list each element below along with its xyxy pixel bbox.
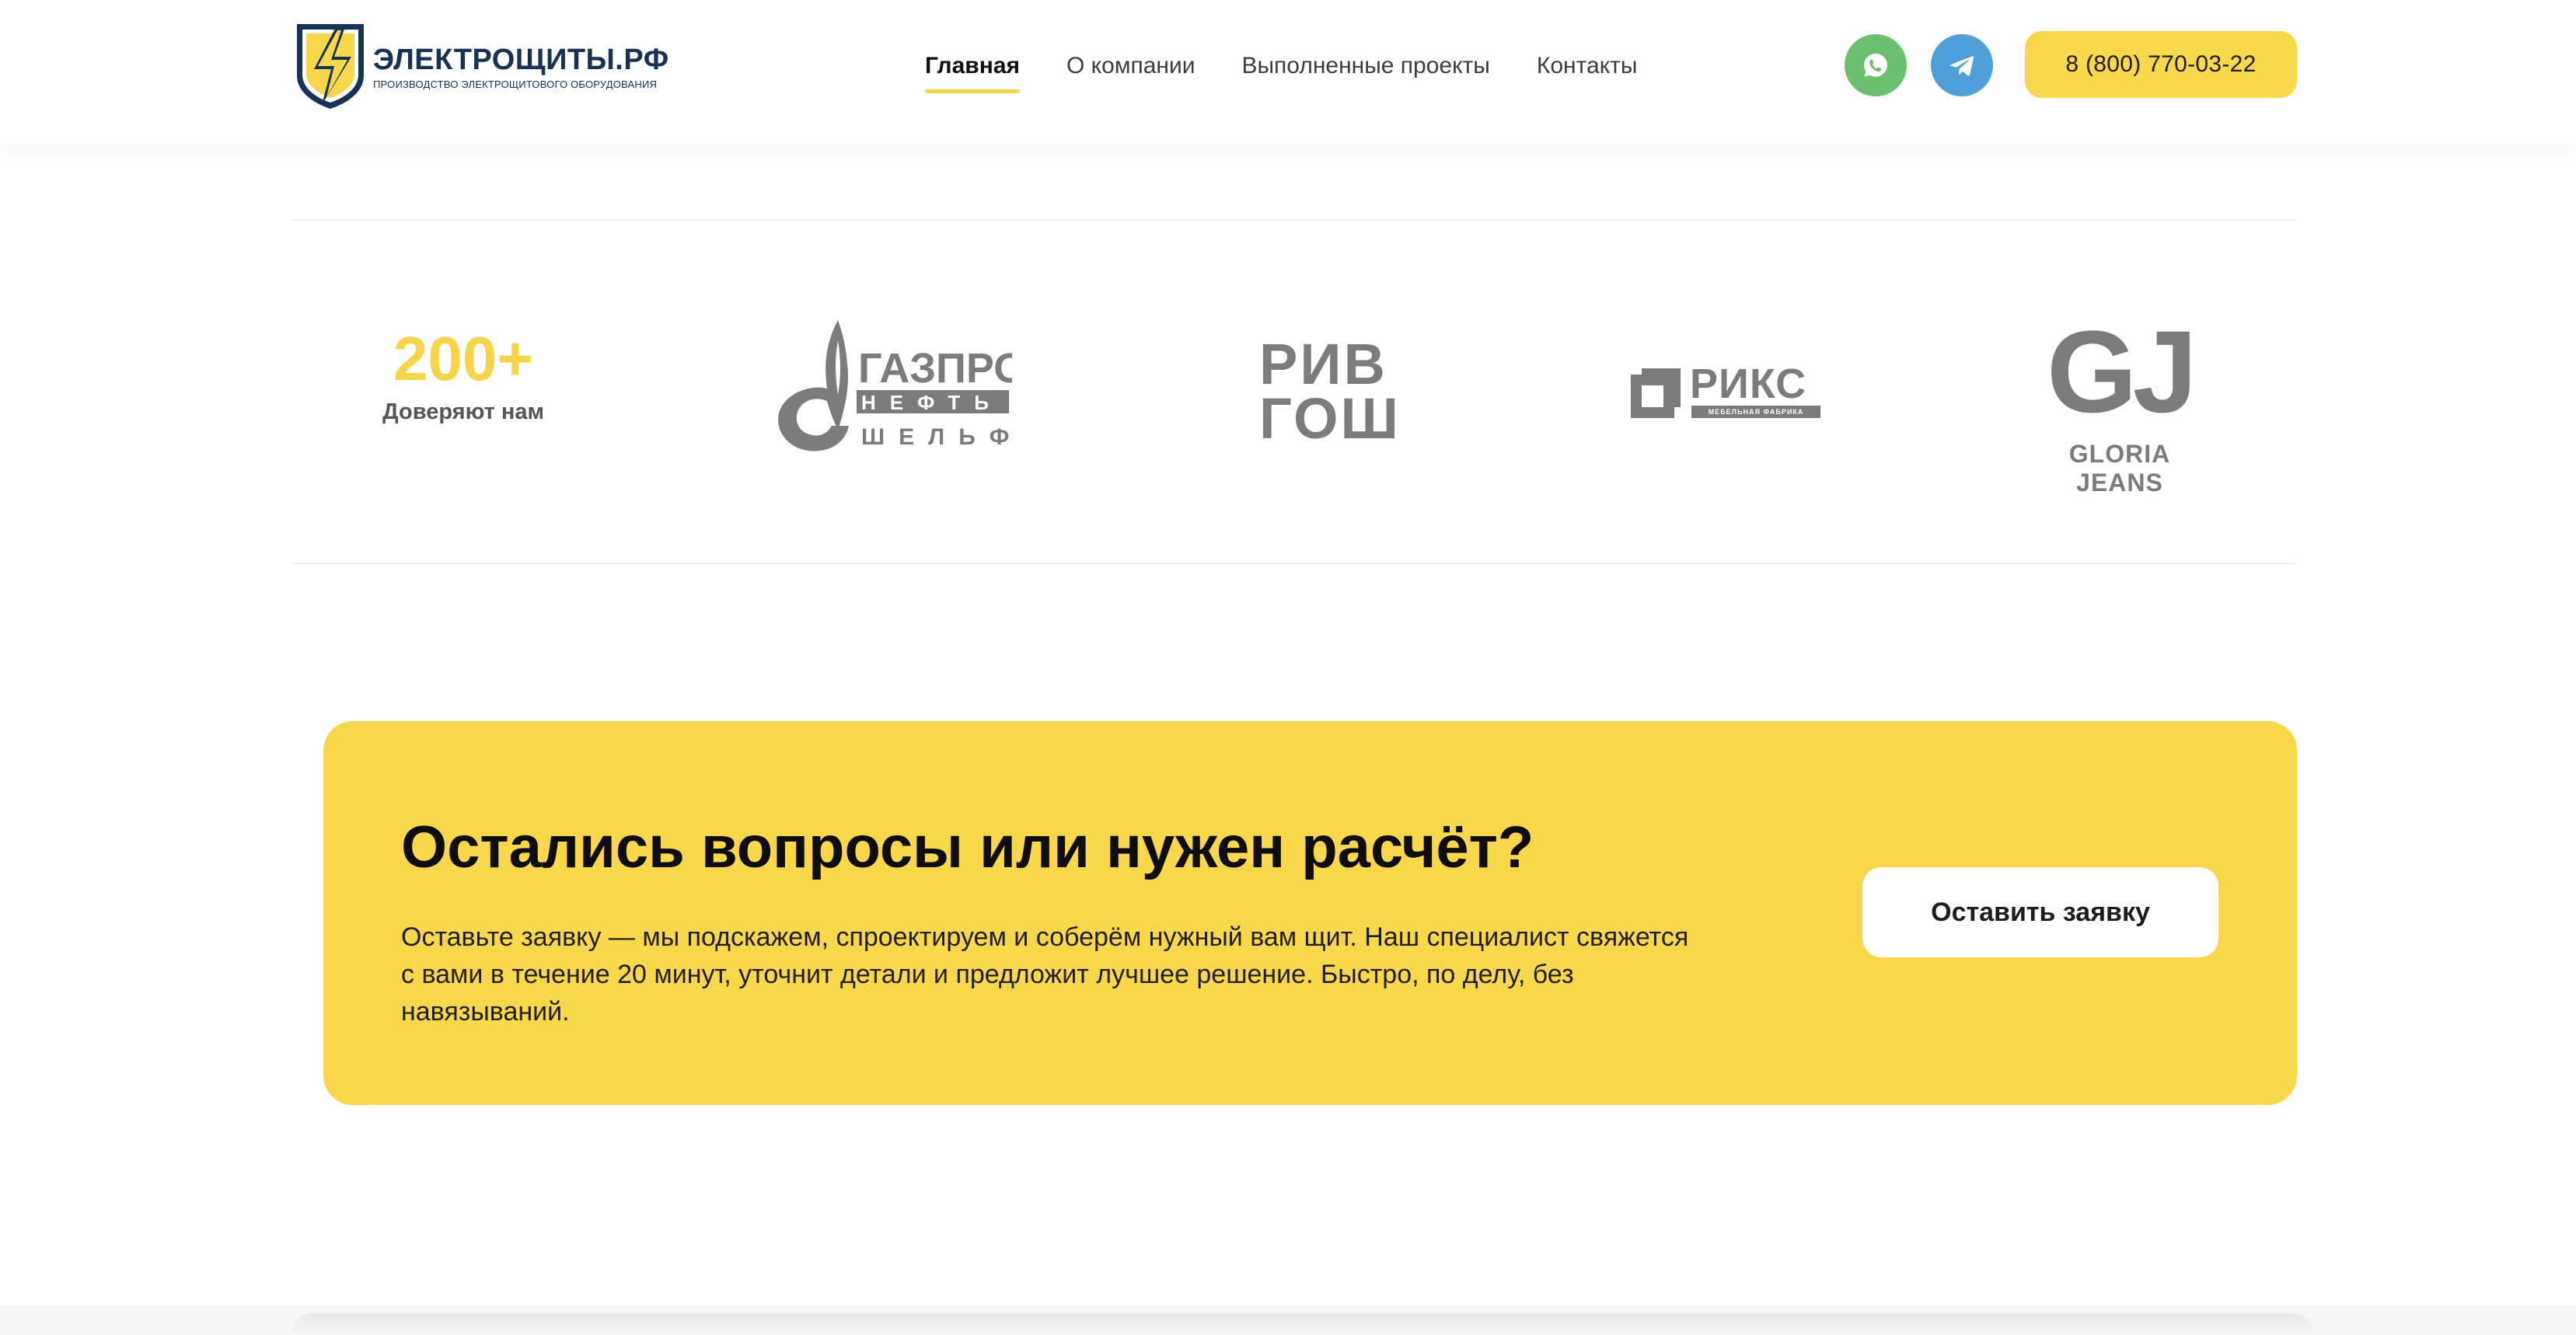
cta-text: Оставьте заявку — мы подскажем, спроекти… — [401, 922, 1689, 1027]
brand-name: ЭЛЕКТРОЩИТЫ.РФ — [373, 43, 669, 76]
gj-mark: GJ — [2046, 306, 2197, 437]
main-nav: Главная О компании Выполненные проекты К… — [925, 47, 1637, 93]
nav-item-projects[interactable]: Выполненные проекты — [1241, 47, 1489, 93]
whatsapp-button[interactable] — [1845, 34, 1907, 96]
riks-subtitle: мебельная фабрика — [1691, 406, 1820, 418]
gj-name: GLORIA JEANS — [2068, 440, 2171, 497]
clients-stat: 200+ Доверяют нам — [362, 326, 564, 425]
client-logo-riks: РИКС мебельная фабрика — [1631, 361, 1822, 421]
rivgosh-line2: ГОШ — [1259, 386, 1401, 451]
riks-name: РИКС — [1690, 361, 1807, 407]
gazprom-line1: ГАЗПРОМ — [858, 345, 1012, 392]
clients-count: 200+ — [393, 324, 534, 393]
phone-button[interactable]: 8 (800) 770-03-22 — [2025, 31, 2297, 98]
client-logo-gazprom-neft-shelf: ГАЗПРОМ НЕФТЬ ШЕЛЬФ — [776, 317, 1061, 454]
site-header: ЭЛЕКТРОЩИТЫ.РФ производство электрощитов… — [0, 0, 2576, 145]
rivgosh-line1: РИВ — [1259, 332, 1387, 396]
gazprom-flame-icon: ГАЗПРОМ НЕФТЬ ШЕЛЬФ — [778, 320, 1061, 451]
divider — [292, 563, 2297, 564]
client-logo-riv-gosh: РИВ ГОШ — [1259, 332, 1407, 451]
clients-label: Доверяют нам — [382, 399, 544, 424]
nav-item-contacts[interactable]: Контакты — [1537, 47, 1638, 93]
telegram-button[interactable] — [1931, 34, 1993, 96]
telegram-icon — [1949, 56, 1974, 76]
cta-block: Остались вопросы или нужен расчёт? Остав… — [323, 721, 2297, 1105]
client-logo-gloria-jeans: GJ GLORIA JEANS — [2023, 306, 2217, 497]
submit-request-button[interactable]: Оставить заявку — [1862, 867, 2218, 957]
nav-item-about[interactable]: О компании — [1066, 47, 1195, 93]
whatsapp-icon — [1864, 54, 1887, 77]
footer-shadow — [292, 1313, 2313, 1335]
brand-logo[interactable]: ЭЛЕКТРОЩИТЫ.РФ производство электрощитов… — [292, 20, 696, 112]
gazprom-line2: НЕФТЬ — [861, 391, 1003, 414]
brand-tagline: производство электрощитового оборудовани… — [373, 78, 658, 90]
lightning-shield-icon — [297, 24, 364, 109]
cta-title: Остались вопросы или нужен расчёт? — [401, 814, 1534, 880]
nav-item-home[interactable]: Главная — [925, 47, 1021, 93]
divider — [292, 219, 2297, 221]
riks-square-icon — [1631, 368, 1681, 418]
gazprom-line3: ШЕЛЬФ — [861, 424, 1012, 450]
